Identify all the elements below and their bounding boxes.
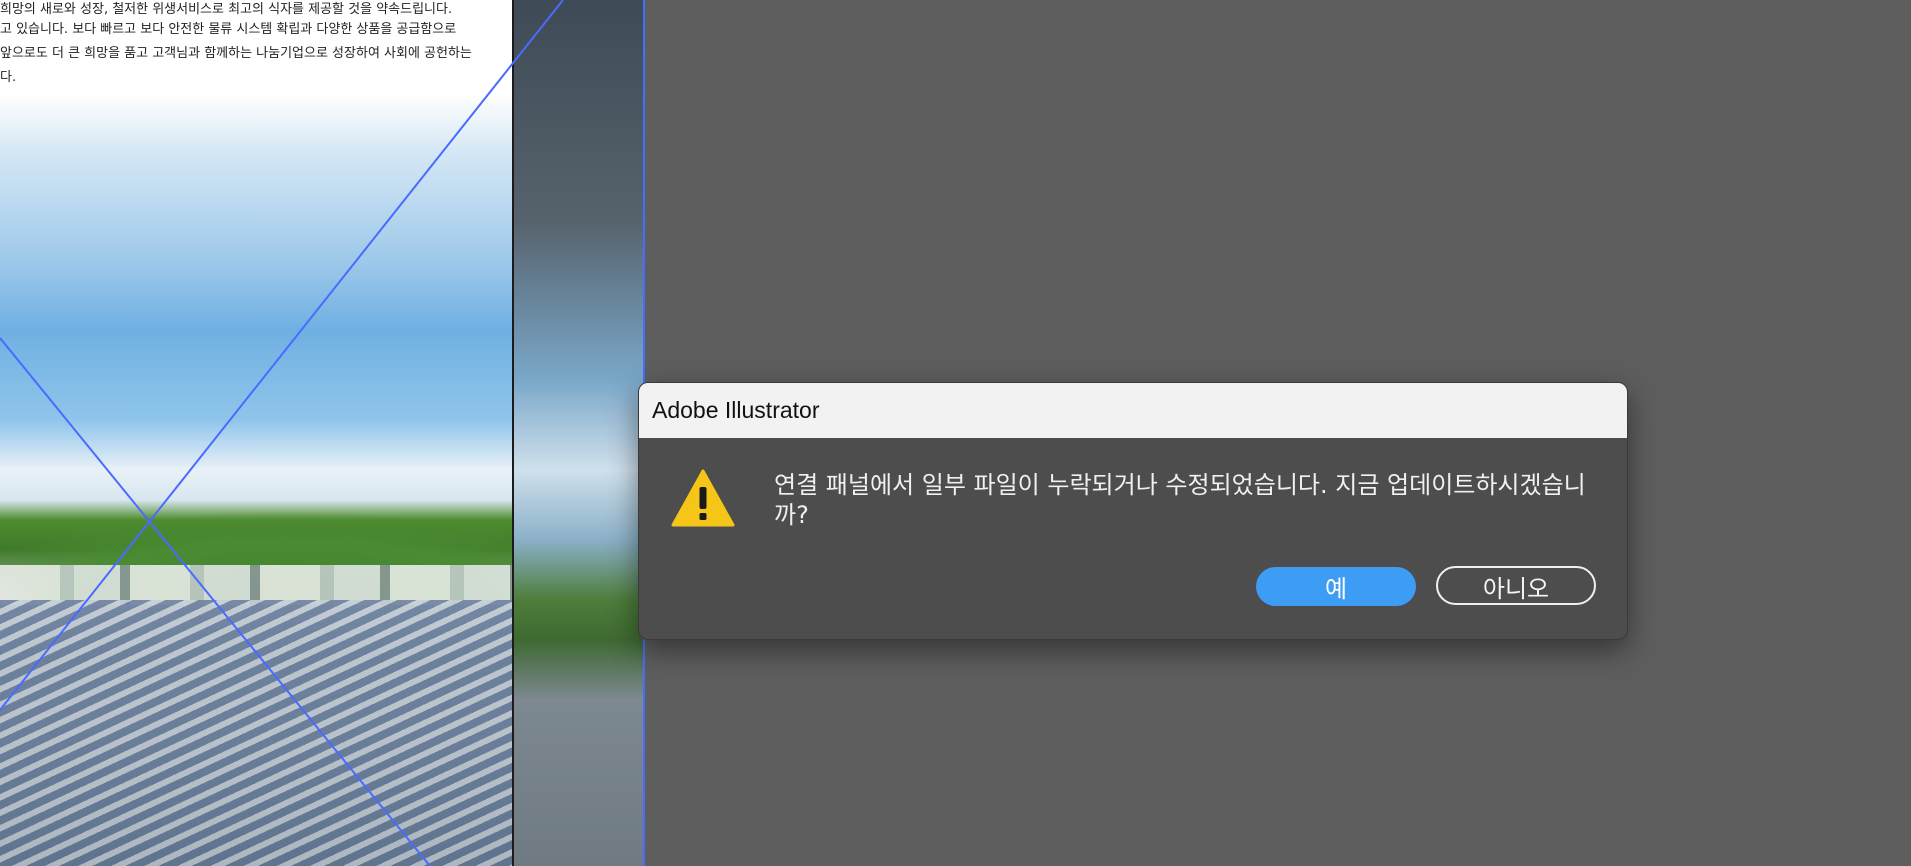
- no-button[interactable]: 아니오: [1436, 566, 1596, 605]
- warning-icon: [671, 469, 735, 527]
- dialog-message: 연결 패널에서 일부 파일이 누락되거나 수정되었습니다. 지금 업데이트하시겠…: [774, 471, 1586, 529]
- placeholder-diagonal-line: [0, 337, 431, 866]
- yes-button[interactable]: 예: [1256, 567, 1416, 606]
- dialog-titlebar[interactable]: Adobe Illustrator: [639, 383, 1627, 438]
- missing-image-placeholder-cross: [0, 0, 564, 866]
- dialog-body: 연결 패널에서 일부 파일이 누락되거나 수정되었습니다. 지금 업데이트하시겠…: [639, 438, 1627, 639]
- alert-dialog: Adobe Illustrator 연결 패널에서 일부 파일이 누락되거나 수…: [638, 382, 1628, 640]
- dialog-title: Adobe Illustrator: [652, 397, 820, 423]
- placeholder-diagonal-line: [0, 0, 564, 711]
